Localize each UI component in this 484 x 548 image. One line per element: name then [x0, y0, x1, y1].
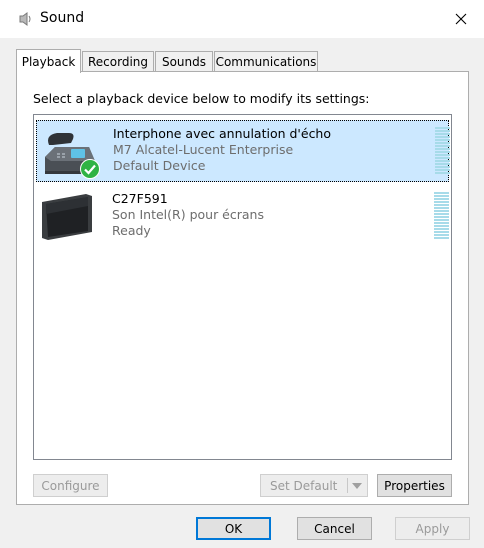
device-item-c27f591[interactable]: C27F591 Son Intel(R) pour écrans Ready — [36, 186, 449, 248]
apply-button[interactable]: Apply — [395, 517, 470, 540]
device-name: Interphone avec annulation d'écho — [113, 126, 332, 141]
device-item-interphone[interactable]: Interphone avec annulation d'écho M7 Alc… — [36, 120, 450, 182]
playback-panel: Select a playback device below to modify… — [16, 71, 469, 505]
cancel-button[interactable]: Cancel — [297, 517, 372, 540]
device-name: C27F591 — [112, 191, 168, 206]
tab-playback[interactable]: Playback — [16, 49, 81, 73]
window-title: Sound — [40, 10, 85, 26]
volume-meter — [435, 127, 450, 177]
ok-button[interactable]: OK — [196, 517, 271, 540]
device-driver: Son Intel(R) pour écrans — [112, 207, 264, 222]
title-bar: Sound — [0, 0, 484, 38]
green-check-icon — [80, 159, 100, 179]
close-icon — [455, 13, 467, 25]
close-button[interactable] — [438, 0, 484, 38]
set-default-label: Set Default — [270, 478, 338, 493]
configure-button[interactable]: Configure — [33, 474, 108, 497]
device-driver: M7 Alcatel-Lucent Enterprise — [113, 142, 294, 157]
monitor-icon — [42, 194, 92, 240]
tab-recording[interactable]: Recording — [82, 51, 154, 71]
split-separator — [347, 478, 348, 493]
tab-communications[interactable]: Communications — [214, 51, 318, 71]
instruction-text: Select a playback device below to modify… — [33, 91, 370, 106]
speaker-icon — [19, 12, 31, 26]
device-status: Default Device — [113, 158, 206, 173]
chevron-down-icon[interactable] — [352, 483, 362, 489]
device-list[interactable]: Interphone avec annulation d'écho M7 Alc… — [33, 114, 452, 460]
set-default-split-button[interactable]: Set Default — [260, 474, 368, 497]
properties-button[interactable]: Properties — [377, 474, 452, 497]
volume-meter — [434, 192, 449, 242]
device-status: Ready — [112, 223, 151, 238]
tab-sounds[interactable]: Sounds — [155, 51, 213, 71]
